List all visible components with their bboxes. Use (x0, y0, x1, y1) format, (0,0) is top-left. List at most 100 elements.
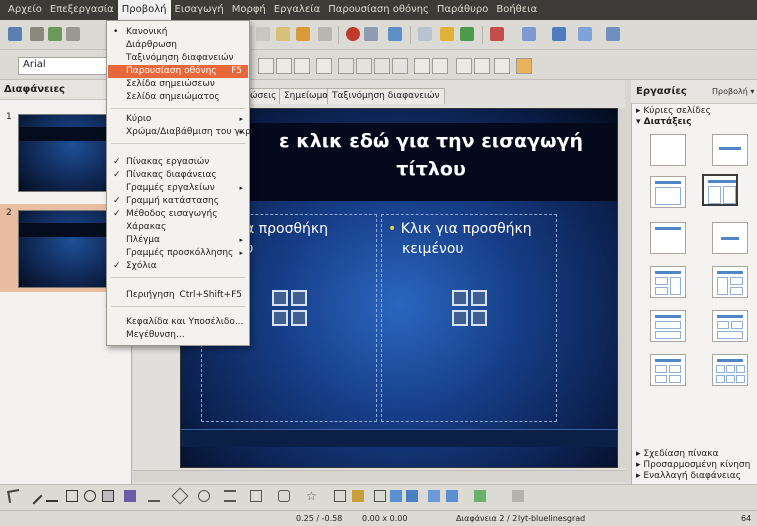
menu-item-ruler[interactable]: Χάρακας (108, 221, 248, 234)
tab-outline[interactable]: ώσεις (245, 88, 282, 104)
layout-title-content-over-content[interactable] (650, 310, 686, 342)
flowchart-icon[interactable] (250, 490, 262, 502)
zoom-level[interactable]: 64 (741, 514, 751, 523)
menu-item-task-pane[interactable]: ✓ Πίνακας εργασιών (108, 156, 248, 169)
effects-icon[interactable] (428, 490, 440, 502)
open-folder-icon[interactable] (30, 27, 44, 41)
content-placeholder-right[interactable]: • Κλικ για προσθήκη κειμένου (381, 214, 557, 422)
subscript-icon[interactable] (432, 58, 448, 74)
layout-centered-text[interactable] (712, 222, 748, 254)
section-master-pages[interactable]: ▸ Κύριες σελίδες (636, 106, 711, 116)
display-icon[interactable] (552, 27, 566, 41)
insert-chart-icon[interactable] (471, 290, 487, 306)
grid-icon[interactable] (418, 27, 432, 41)
alignment-icon[interactable] (446, 490, 458, 502)
layout-title-only[interactable] (712, 134, 748, 166)
layout-title-2content-over-content[interactable] (712, 310, 748, 342)
gallery-insert-icon[interactable] (390, 490, 402, 502)
chart-icon[interactable] (346, 27, 360, 41)
section-custom-animation[interactable]: ▸ Προσαρμοσμένη κίνηση (636, 460, 750, 470)
menu-insert[interactable]: Εισαγωγή (171, 0, 228, 20)
extrusion-icon[interactable] (406, 490, 418, 502)
callouts-icon[interactable] (278, 490, 290, 502)
menu-item-slide-show[interactable]: Παρουσίαση οθόνης F5 (108, 65, 248, 78)
title-placeholder[interactable]: ε κλικ εδώ για την εισαγωγή τίτλου (241, 127, 617, 197)
menu-item-master[interactable]: Κύριο ▸ (108, 113, 248, 126)
align-center-icon[interactable] (276, 58, 292, 74)
insert-video-icon[interactable] (291, 310, 307, 326)
connector-icon[interactable] (148, 490, 160, 502)
menu-tools[interactable]: Εργαλεία (270, 0, 324, 20)
superscript-icon[interactable] (414, 58, 430, 74)
insert-image-icon[interactable] (452, 310, 468, 326)
curve-icon[interactable] (124, 490, 136, 502)
menu-edit[interactable]: Επεξεργασία (46, 0, 118, 20)
menu-help[interactable]: Βοήθεια (492, 0, 541, 20)
font-name-input[interactable]: Arial (18, 57, 110, 75)
justify-icon[interactable] (316, 58, 332, 74)
shadow-icon[interactable] (512, 490, 524, 502)
menu-item-slide-sorter[interactable]: Ταξινόμηση διαφανειών (108, 52, 248, 65)
tasks-view-dropdown[interactable]: Προβολή ▾ (712, 87, 754, 96)
menu-item-slide-pane[interactable]: ✓ Πίνακας διαφάνειας (108, 169, 248, 182)
rectangle-icon[interactable] (66, 490, 78, 502)
paste-icon[interactable] (276, 27, 290, 41)
menu-item-header-footer[interactable]: Κεφαλίδα και Υποσέλιδο... (108, 316, 248, 329)
table-icon[interactable] (364, 27, 378, 41)
stars-icon[interactable]: ☆ (306, 490, 318, 502)
undo-icon[interactable] (318, 27, 332, 41)
menu-item-handout-page[interactable]: Σελίδα σημειώματος (108, 91, 248, 104)
tab-notes[interactable]: Σημείωμα (279, 88, 334, 104)
insert-table-icon[interactable] (272, 290, 288, 306)
menu-item-input-method[interactable]: ✓ Μέθοδος εισαγωγής (108, 208, 248, 221)
navigator-icon[interactable] (440, 27, 454, 41)
layout-title-content[interactable] (650, 176, 686, 208)
menu-item-normal[interactable]: • Κανονική (108, 26, 248, 39)
copy-icon[interactable] (256, 27, 270, 41)
section-table-design[interactable]: ▸ Σχεδίαση πίνακα (636, 449, 719, 459)
menu-slideshow[interactable]: Παρουσίαση οθόνης (324, 0, 433, 20)
block-arrows-icon[interactable] (224, 490, 236, 502)
insert-video-icon[interactable] (471, 310, 487, 326)
layout-title-only-top[interactable] (650, 222, 686, 254)
menu-item-navigator[interactable]: Περιήγηση Ctrl+Shift+F5 (108, 289, 248, 302)
help-icon[interactable] (522, 27, 536, 41)
menu-item-outline[interactable]: Διάρθρωση (108, 39, 248, 52)
area-style-icon[interactable] (516, 58, 532, 74)
arrange-icon[interactable] (474, 490, 486, 502)
new-slide-icon[interactable] (578, 27, 592, 41)
menu-item-snap-lines[interactable]: Γραμμές προσκόλλησης ▸ (108, 247, 248, 260)
section-layouts[interactable]: ▾ Διατάξεις (636, 117, 691, 127)
insert-image-icon[interactable] (272, 310, 288, 326)
move-down-icon[interactable] (392, 58, 408, 74)
from-file-icon[interactable] (374, 490, 386, 502)
text-icon[interactable] (102, 490, 114, 502)
layout-title-4content[interactable] (650, 354, 686, 386)
image-icon[interactable] (388, 27, 402, 41)
menu-file[interactable]: Αρχείο (4, 0, 46, 20)
menu-item-zoom[interactable]: Μεγέθυνση... (108, 329, 248, 342)
layout-title-6content[interactable] (712, 354, 748, 386)
fontwork-icon[interactable] (352, 490, 364, 502)
vertical-scrollbar[interactable] (618, 108, 625, 468)
email-icon[interactable] (66, 27, 80, 41)
select-arrow-icon[interactable] (7, 489, 21, 503)
layout-title-two-content[interactable] (702, 174, 738, 206)
clone-format-icon[interactable] (296, 27, 310, 41)
character-icon[interactable] (456, 58, 472, 74)
menu-item-color-grayscale[interactable]: Χρώμα/Διαβάθμιση του γκρι ▸ (108, 126, 254, 139)
align-right-icon[interactable] (294, 58, 310, 74)
layout-title-content-2content[interactable] (712, 266, 748, 298)
layout-icon[interactable] (606, 27, 620, 41)
layout-blank[interactable] (650, 134, 686, 166)
menu-window[interactable]: Παράθυρο (433, 0, 492, 20)
gallery-icon[interactable] (460, 27, 474, 41)
ellipse-icon[interactable] (84, 490, 96, 502)
move-up-icon[interactable] (374, 58, 390, 74)
menu-item-comments[interactable]: ✓ Σχόλια (108, 260, 248, 273)
menu-item-grid[interactable]: Πλέγμα ▸ (108, 234, 248, 247)
save-icon[interactable] (48, 27, 62, 41)
bullets-icon[interactable] (494, 58, 510, 74)
slideshow-icon[interactable] (490, 27, 504, 41)
indent-left-icon[interactable] (338, 58, 354, 74)
